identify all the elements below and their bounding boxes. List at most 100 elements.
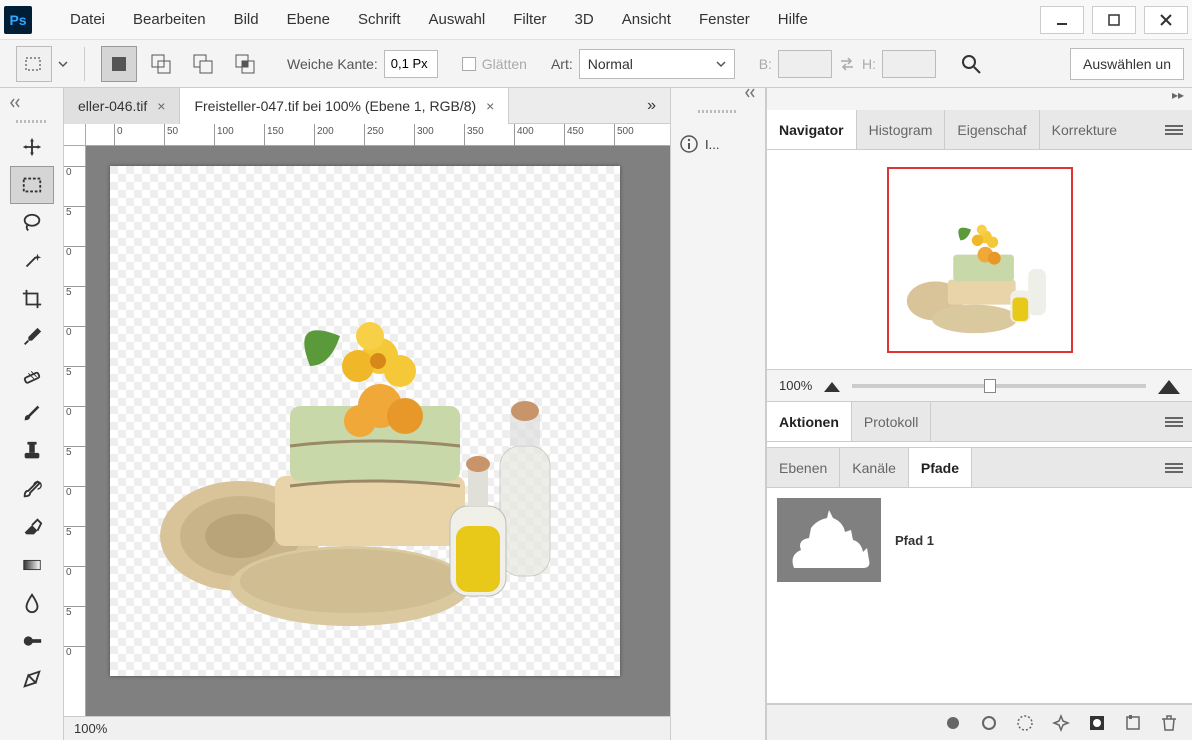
history-brush-tool[interactable] (10, 470, 54, 508)
navigator-zoom-slider[interactable] (852, 384, 1146, 388)
menu-3d[interactable]: 3D (561, 11, 608, 28)
document-tab-1[interactable]: eller-046.tif × (64, 88, 180, 124)
tab-layers[interactable]: Ebenen (767, 448, 840, 487)
tab-adjustments[interactable]: Korrekture (1040, 110, 1129, 149)
chevron-down-icon (716, 59, 726, 69)
menu-bild[interactable]: Bild (220, 11, 273, 28)
panel-menu-button[interactable] (1156, 402, 1192, 441)
fill-path-icon[interactable] (944, 714, 962, 732)
navigator-zoom-value[interactable]: 100% (779, 378, 812, 393)
new-path-icon[interactable] (1124, 714, 1142, 732)
close-icon[interactable]: × (486, 98, 494, 114)
tabs-overflow-button[interactable]: » (633, 97, 670, 115)
close-icon[interactable]: × (157, 98, 165, 114)
selection-to-path-icon[interactable] (1052, 714, 1070, 732)
style-label: Art: (551, 56, 573, 72)
canvas-viewport[interactable] (86, 146, 670, 716)
dodge-tool[interactable] (10, 622, 54, 660)
menu-auswahl[interactable]: Auswahl (415, 11, 500, 28)
close-button[interactable] (1144, 6, 1188, 34)
select-and-mask-button[interactable]: Auswählen un (1070, 48, 1184, 80)
document-tabs: eller-046.tif × Freisteller-047.tif bei … (64, 88, 670, 124)
info-panel-button[interactable]: I... (671, 124, 765, 164)
minimize-button[interactable] (1040, 6, 1084, 34)
menu-hilfe[interactable]: Hilfe (764, 11, 822, 28)
height-input (882, 50, 936, 78)
brush-tool[interactable] (10, 394, 54, 432)
tab-history[interactable]: Protokoll (852, 402, 931, 441)
path-thumbnail (777, 498, 881, 582)
eyedropper-tool[interactable] (10, 318, 54, 356)
selection-new-button[interactable] (101, 46, 137, 82)
menu-filter[interactable]: Filter (499, 11, 560, 28)
marquee-tool[interactable] (10, 166, 54, 204)
zoom-in-icon[interactable] (1158, 378, 1180, 394)
toolbox-handle[interactable] (0, 114, 63, 128)
eraser-tool[interactable] (10, 508, 54, 546)
document-area: eller-046.tif × Freisteller-047.tif bei … (64, 88, 670, 740)
move-tool[interactable] (10, 128, 54, 166)
panel-menu-button[interactable] (1156, 448, 1192, 487)
maximize-button[interactable] (1092, 6, 1136, 34)
menu-datei[interactable]: Datei (56, 11, 119, 28)
delete-path-icon[interactable] (1160, 714, 1178, 732)
zoom-out-icon[interactable] (824, 380, 840, 392)
pen-tool[interactable] (10, 660, 54, 698)
titlebar: Ps Datei Bearbeiten Bild Ebene Schrift A… (0, 0, 1192, 40)
style-select[interactable]: Normal (579, 49, 735, 79)
info-icon (679, 134, 699, 154)
menu-schrift[interactable]: Schrift (344, 11, 415, 28)
add-mask-icon[interactable] (1088, 714, 1106, 732)
chevron-down-icon[interactable] (58, 59, 68, 69)
feather-input[interactable] (384, 50, 438, 78)
tab-paths[interactable]: Pfade (909, 448, 972, 487)
document-tab-2-label: Freisteller-047.tif bei 100% (Ebene 1, R… (194, 98, 476, 114)
menu-ansicht[interactable]: Ansicht (608, 11, 685, 28)
panel-menu-button[interactable] (1156, 110, 1192, 149)
path-item[interactable]: Pfad 1 (767, 488, 1192, 592)
tab-channels[interactable]: Kanäle (840, 448, 909, 487)
zoom-level[interactable]: 100% (74, 721, 107, 736)
menu-fenster[interactable]: Fenster (685, 11, 764, 28)
style-value: Normal (588, 56, 633, 72)
navigator-zoom-bar: 100% (767, 370, 1192, 402)
crop-tool[interactable] (10, 280, 54, 318)
collapsed-panel-column: I... (670, 88, 766, 740)
stroke-path-icon[interactable] (980, 714, 998, 732)
path-name: Pfad 1 (895, 533, 934, 548)
antialias-label: Glätten (482, 56, 527, 72)
width-label: B: (759, 56, 772, 72)
selection-subtract-button[interactable] (185, 46, 221, 82)
info-label: I... (705, 137, 719, 152)
healing-brush-tool[interactable] (10, 356, 54, 394)
menu-bearbeiten[interactable]: Bearbeiten (119, 11, 220, 28)
document-tab-2[interactable]: Freisteller-047.tif bei 100% (Ebene 1, R… (180, 88, 509, 124)
panels-collapse-button[interactable]: ▸▸ (767, 88, 1192, 110)
document-tab-1-label: eller-046.tif (78, 98, 147, 114)
ruler-vertical: 0 5 0 5 0 5 0 5 0 5 0 5 0 (64, 146, 86, 716)
refine-edge-icon[interactable] (960, 53, 982, 75)
tab-navigator[interactable]: Navigator (767, 110, 857, 149)
navigator-thumbnail[interactable] (887, 167, 1073, 353)
feather-label: Weiche Kante: (287, 56, 378, 72)
tab-histogram[interactable]: Histogram (857, 110, 946, 149)
menu-ebene[interactable]: Ebene (273, 11, 344, 28)
blur-tool[interactable] (10, 584, 54, 622)
antialias-checkbox (462, 57, 476, 71)
canvas[interactable] (110, 166, 620, 676)
toolbox-collapse[interactable] (0, 92, 63, 114)
marquee-tool-preset[interactable] (16, 46, 52, 82)
lasso-tool[interactable] (10, 204, 54, 242)
swap-icon[interactable] (838, 55, 856, 73)
tab-properties[interactable]: Eigenschaf (945, 110, 1039, 149)
magic-wand-tool[interactable] (10, 242, 54, 280)
selection-intersect-button[interactable] (227, 46, 263, 82)
navigator-body (767, 150, 1192, 370)
clone-stamp-tool[interactable] (10, 432, 54, 470)
selection-add-button[interactable] (143, 46, 179, 82)
panel-expand-button[interactable] (671, 88, 765, 110)
navigator-image (889, 169, 1071, 351)
tab-actions[interactable]: Aktionen (767, 402, 852, 441)
path-to-selection-icon[interactable] (1016, 714, 1034, 732)
gradient-tool[interactable] (10, 546, 54, 584)
